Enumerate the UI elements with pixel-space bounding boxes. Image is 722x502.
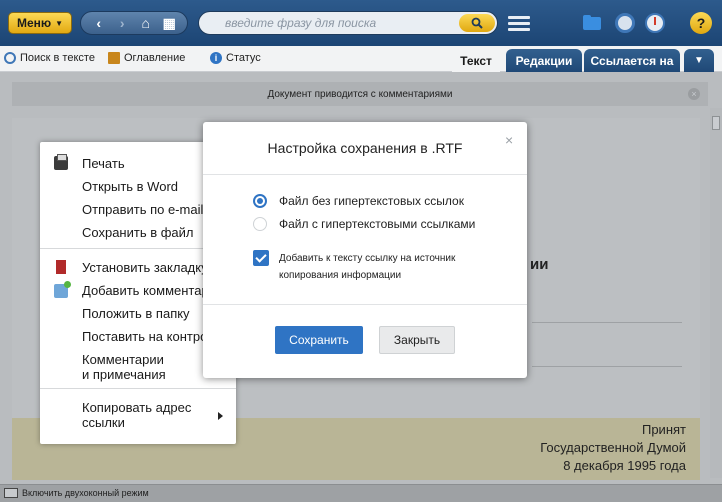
adoption-line: Принят [641, 422, 686, 437]
search-box [198, 11, 498, 35]
dialog-divider [203, 304, 527, 305]
scrollbar-thumb[interactable] [712, 116, 720, 130]
two-window-icon [4, 488, 18, 498]
folder-icon[interactable] [582, 13, 602, 33]
menu-item-send-email[interactable]: Отправить по e-mail [82, 202, 203, 217]
menu-item-save-file[interactable]: Сохранить в файл [82, 225, 194, 240]
help-icon[interactable]: ? [690, 12, 712, 34]
forward-arrow-icon[interactable]: › [111, 15, 133, 31]
tab-text[interactable]: Текст [452, 49, 500, 72]
checkbox-label-line: копирования информации [279, 270, 402, 281]
contents-button[interactable]: Оглавление [108, 52, 185, 64]
menu-item-copy-line: Копировать адрес [82, 400, 192, 415]
comments-notice: Документ приводится с комментариями × [12, 82, 708, 106]
info-icon: i [210, 52, 222, 64]
menu-item-set-bookmark[interactable]: Установить закладку [82, 260, 208, 275]
radio-label: Файл без гипертекстовых ссылок [279, 194, 464, 208]
search-button[interactable] [459, 14, 495, 32]
save-button[interactable]: Сохранить [275, 326, 363, 354]
menu-item-print[interactable]: Печать [82, 156, 125, 171]
menu-button-label: Меню [16, 16, 52, 30]
top-bar: Меню ▼ ‹ › ⌂ ▦ ? [0, 0, 722, 46]
divider [532, 366, 682, 367]
close-icon[interactable]: × [688, 88, 700, 100]
document-heading-fragment: ии [530, 256, 549, 273]
comment-icon [54, 281, 71, 298]
document-toolbar: Поиск в тексте Оглавление i Статус Текст… [0, 46, 722, 72]
status-bar: Включить двухоконный режим [0, 484, 722, 502]
tab-editions[interactable]: Редакции [506, 49, 582, 72]
hamburger-menu-icon[interactable] [508, 12, 530, 34]
printer-icon [54, 154, 68, 170]
clock-icon[interactable] [645, 13, 665, 33]
adoption-line: 8 декабря 1995 года [563, 458, 686, 473]
search-icon [471, 17, 483, 29]
menu-button[interactable]: Меню ▼ [8, 12, 72, 34]
menu-item-put-in-folder[interactable]: Положить в папку [82, 306, 190, 321]
menu-item-copy-line: ссылки [82, 415, 125, 430]
menu-item-comments-notes[interactable]: Комментарии и примечания [82, 352, 166, 382]
home-icon[interactable]: ⌂ [135, 15, 157, 31]
divider [532, 322, 682, 323]
dialog-divider [203, 174, 527, 175]
search-in-text-label: Поиск в тексте [20, 52, 95, 64]
book-icon [108, 52, 120, 64]
menu-item-open-word[interactable]: Открыть в Word [82, 179, 178, 194]
settings-icon[interactable] [615, 13, 635, 33]
radio-with-hyperlinks[interactable] [253, 217, 267, 231]
navigation-group: ‹ › ⌂ ▦ [80, 11, 188, 35]
tabs-more-button[interactable]: ▼ [684, 49, 714, 72]
search-in-text-button[interactable]: Поиск в тексте [4, 52, 95, 64]
close-button[interactable]: Закрыть [379, 326, 455, 354]
chevron-down-icon: ▼ [55, 18, 64, 28]
two-window-mode-toggle[interactable]: Включить двухоконный режим [4, 488, 149, 498]
close-icon[interactable]: × [505, 132, 513, 148]
menu-item-comments-line: и примечания [82, 367, 166, 382]
status-label: Статус [226, 52, 261, 64]
radio-label: Файл с гипертекстовыми ссылками [279, 217, 476, 231]
back-arrow-icon[interactable]: ‹ [88, 15, 110, 31]
checkbox-label: Добавить к тексту ссылку на источник коп… [279, 250, 509, 284]
checkbox-label-line: Добавить к тексту ссылку на источник [279, 253, 456, 264]
notice-text: Документ приводится с комментариями [267, 88, 453, 100]
rtf-save-dialog: Настройка сохранения в .RTF × Файл без г… [203, 122, 527, 378]
menu-divider [40, 388, 236, 389]
bookmark-icon [56, 260, 66, 274]
contents-label: Оглавление [124, 52, 186, 64]
search-input[interactable] [199, 12, 439, 34]
adoption-line: Государственной Думой [540, 440, 686, 455]
radio-no-hyperlinks[interactable] [253, 194, 267, 208]
menu-item-put-on-control[interactable]: Поставить на контроль [82, 329, 221, 344]
tab-references[interactable]: Ссылается на [584, 49, 680, 72]
magnifier-icon [4, 52, 16, 64]
add-source-link-checkbox[interactable] [253, 250, 269, 266]
menu-item-comments-line: Комментарии [82, 352, 164, 367]
grid-icon[interactable]: ▦ [158, 15, 180, 32]
menu-item-copy-link[interactable]: Копировать адрес ссылки [82, 400, 191, 430]
vertical-scrollbar[interactable] [710, 108, 722, 478]
status-button[interactable]: i Статус [210, 52, 261, 64]
two-window-label: Включить двухоконный режим [22, 488, 149, 498]
chevron-right-icon [218, 412, 223, 420]
chevron-down-icon: ▼ [694, 55, 704, 66]
dialog-title: Настройка сохранения в .RTF [267, 140, 463, 156]
